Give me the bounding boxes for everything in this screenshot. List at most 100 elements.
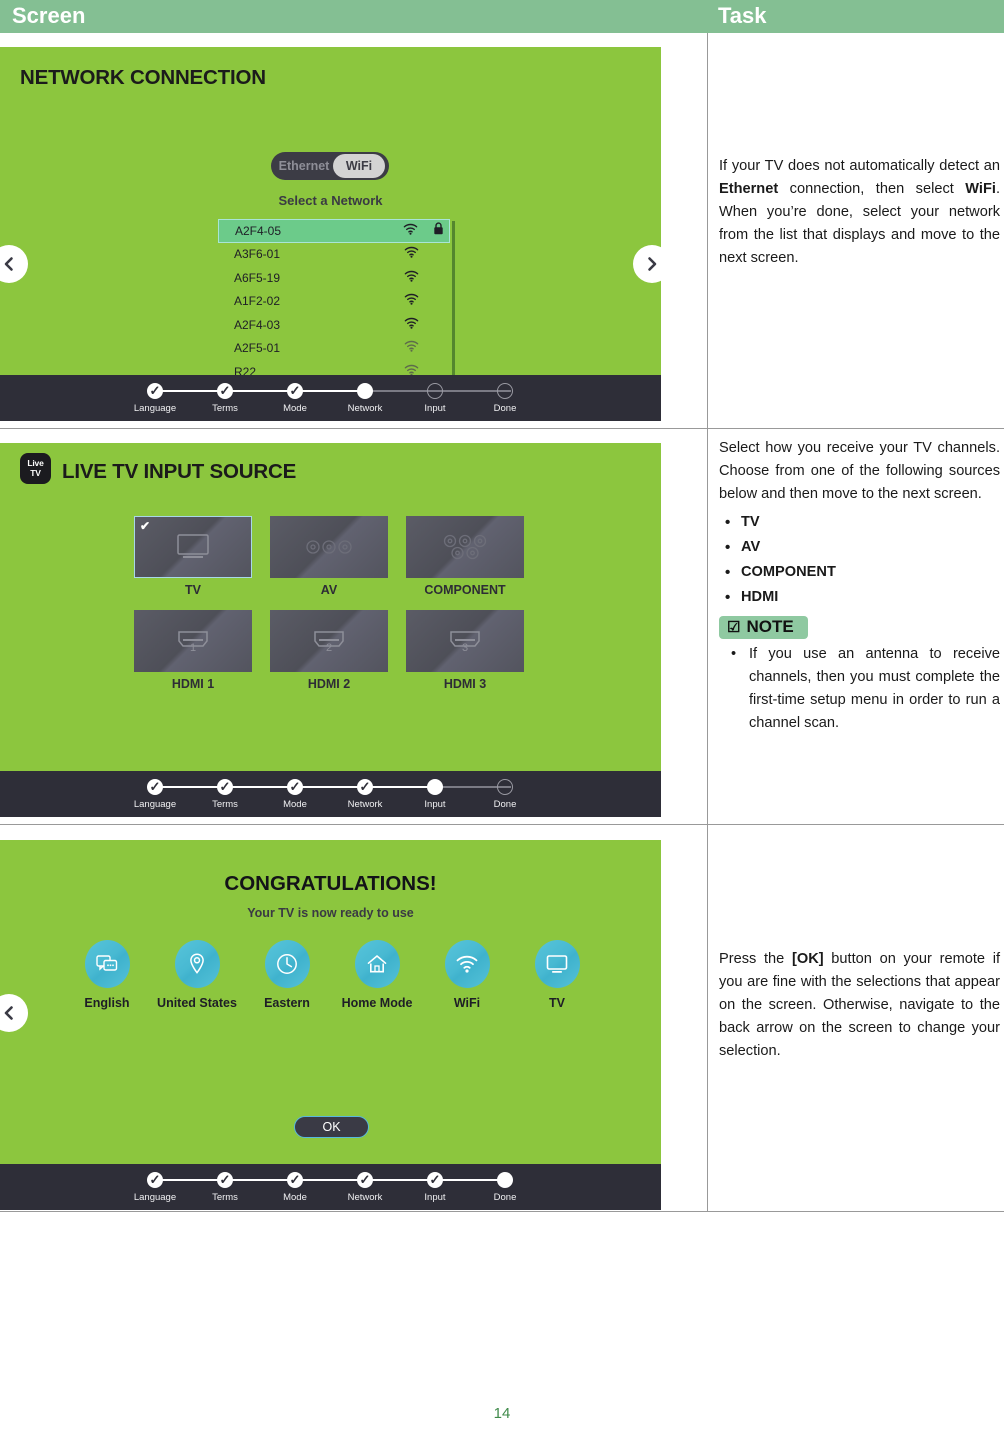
input-tile-component[interactable]: COMPONENT <box>406 516 524 597</box>
tile-label: HDMI 2 <box>307 677 351 691</box>
header-task-label: Task <box>718 3 767 28</box>
tile-label: COMPONENT <box>424 583 506 597</box>
toggle-option-wifi[interactable]: WiFi <box>333 154 385 178</box>
manual-page: Screen Task NETWORK CONNECTION Ethernet … <box>0 0 1004 1438</box>
tile-label: TV <box>185 583 201 597</box>
back-arrow-button[interactable] <box>0 245 28 283</box>
home-icon <box>354 940 400 988</box>
tile-label: HDMI 1 <box>171 677 215 691</box>
summary-label: TV <box>549 996 565 1010</box>
step-label: Mode <box>283 1192 307 1203</box>
network-list-item[interactable]: A3F6-01 <box>218 243 450 267</box>
step-dot <box>497 1172 513 1188</box>
network-list-item[interactable]: A2F5-01 <box>218 337 450 361</box>
tile-thumbnail <box>270 516 388 578</box>
network-list-item[interactable]: A1F2-02 <box>218 290 450 314</box>
step-label: Input <box>424 1192 446 1203</box>
stepper-step-mode[interactable]: Mode <box>265 1172 325 1203</box>
step-label: Terms <box>212 1192 238 1203</box>
input-source-grid: ✔ TV AV COMPONENT 1 HDMI 1 2 HDMI 2 3 HD… <box>134 516 534 691</box>
stepper-step-mode[interactable]: Mode <box>265 779 325 810</box>
task-paragraph: Press the [OK] button on your remote if … <box>719 951 1000 1059</box>
input-tile-hdmi-1[interactable]: 1 HDMI 1 <box>134 610 252 691</box>
wifi-signal-icon <box>393 222 427 240</box>
stepper-step-done[interactable]: Done <box>475 1172 535 1203</box>
tile-thumbnail <box>406 516 524 578</box>
svg-text:3: 3 <box>462 642 468 654</box>
step-label: Done <box>493 403 517 414</box>
summary-item-language: English <box>62 940 152 1010</box>
stepper-step-input[interactable]: Input <box>405 383 465 414</box>
task-network: If your TV does not automatically detect… <box>719 155 1000 270</box>
tile-thumbnail: 1 <box>134 610 252 672</box>
stepper-step-language[interactable]: Language <box>125 1172 185 1203</box>
step-dot <box>427 383 443 399</box>
input-tile-hdmi-2[interactable]: 2 HDMI 2 <box>270 610 388 691</box>
stepper-step-input[interactable]: Input <box>405 779 465 810</box>
task-congratulations: Press the [OK] button on your remote if … <box>719 948 1000 1063</box>
congratulations-title: CONGRATULATIONS! <box>224 872 437 895</box>
step-dot <box>147 383 163 399</box>
network-list-scrollbar[interactable] <box>452 221 455 379</box>
row-divider-2 <box>0 824 1004 825</box>
svg-text:2: 2 <box>326 642 332 654</box>
network-list-item[interactable]: A2F4-03 <box>218 313 450 337</box>
step-label: Language <box>133 799 177 810</box>
note-label: NOTE <box>746 617 794 636</box>
next-arrow-button[interactable] <box>633 245 661 283</box>
hdmi-port-icon: 1 <box>134 610 252 672</box>
input-tile-tv[interactable]: ✔ TV <box>134 516 252 597</box>
step-dot <box>427 1172 443 1188</box>
task-paragraph: If your TV does not automatically detect… <box>719 158 1000 266</box>
wifi-signal-icon <box>394 316 428 334</box>
step-label: Done <box>493 799 517 810</box>
stepper-step-mode[interactable]: Mode <box>265 383 325 414</box>
tile-thumbnail: 2 <box>270 610 388 672</box>
list-item: If you use an antenna to receive channel… <box>719 643 1000 735</box>
stepper-step-network[interactable]: Network <box>335 779 395 810</box>
stepper-step-terms[interactable]: Terms <box>195 1172 255 1203</box>
input-tile-hdmi-3[interactable]: 3 HDMI 3 <box>406 610 524 691</box>
tile-thumbnail: 3 <box>406 610 524 672</box>
page-number: 14 <box>493 1405 511 1422</box>
step-dot <box>217 779 233 795</box>
stepper-step-input[interactable]: Input <box>405 1172 465 1203</box>
input-tile-av[interactable]: AV <box>270 516 388 597</box>
summary-label: Home Mode <box>341 996 413 1010</box>
screen-network-connection: NETWORK CONNECTION Ethernet WiFi Select … <box>0 47 661 421</box>
wifi-signal-icon <box>394 292 428 310</box>
step-dot <box>147 779 163 795</box>
list-item: TV <box>719 510 1000 535</box>
clock-icon <box>264 940 310 988</box>
page-title: NETWORK CONNECTION <box>20 66 266 89</box>
page-title: LIVE TV INPUT SOURCE <box>62 460 297 483</box>
hdmi-port-icon: 2 <box>270 610 388 672</box>
stepper-step-network[interactable]: Network <box>335 383 395 414</box>
network-list-item[interactable]: A6F5-19 <box>218 266 450 290</box>
list-item: COMPONENT <box>719 560 1000 585</box>
step-dot <box>357 779 373 795</box>
stepper-step-language[interactable]: Language <box>125 779 185 810</box>
step-dot <box>497 779 513 795</box>
table-header: Screen Task <box>0 0 1004 33</box>
toggle-option-ethernet[interactable]: Ethernet <box>275 152 333 180</box>
network-ssid: A2F5-01 <box>234 341 281 356</box>
step-label: Input <box>424 799 446 810</box>
ok-button[interactable]: OK <box>294 1116 369 1138</box>
step-label: Mode <box>283 799 307 810</box>
step-label: Terms <box>212 799 238 810</box>
step-dot <box>147 1172 163 1188</box>
column-divider <box>707 33 708 1212</box>
stepper-step-done[interactable]: Done <box>475 779 535 810</box>
stepper-step-done[interactable]: Done <box>475 383 535 414</box>
network-list[interactable]: A2F4-05 A3F6-01 A6F5-19 A1F2-02 A2F4-03 … <box>218 219 450 384</box>
back-arrow-button[interactable] <box>0 994 28 1032</box>
step-dot <box>287 779 303 795</box>
tv-icon <box>135 517 251 577</box>
network-type-toggle[interactable]: Ethernet WiFi <box>271 152 389 180</box>
stepper-step-terms[interactable]: Terms <box>195 779 255 810</box>
stepper-step-terms[interactable]: Terms <box>195 383 255 414</box>
stepper-step-network[interactable]: Network <box>335 1172 395 1203</box>
network-list-item[interactable]: A2F4-05 <box>218 219 450 243</box>
stepper-step-language[interactable]: Language <box>125 383 185 414</box>
